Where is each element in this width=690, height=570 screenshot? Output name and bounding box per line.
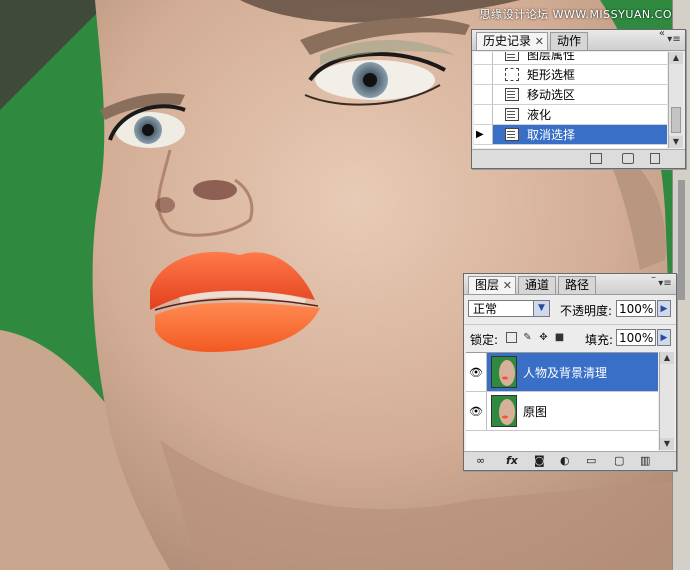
fill-slider-arrow-icon[interactable]: ▶ <box>657 329 671 346</box>
document-icon <box>505 128 519 141</box>
layer-name: 人物及背景清理 <box>523 365 608 380</box>
marquee-icon <box>505 68 519 81</box>
tab-paths-label: 路径 <box>565 278 590 292</box>
opacity-label: 不透明度: <box>560 304 613 318</box>
history-item-label: 图层属性 <box>527 52 576 62</box>
chevron-down-icon[interactable]: ▼ <box>533 301 549 316</box>
tab-history-label: 历史记录 <box>483 34 532 48</box>
panel-menu-icon[interactable]: ▾≡ <box>658 278 672 290</box>
document-icon <box>505 88 519 101</box>
history-source-checkbox[interactable] <box>474 65 493 84</box>
lock-all-padlock-icon[interactable]: ■ <box>554 332 565 343</box>
opacity-input[interactable]: 100% <box>616 300 656 317</box>
tab-paths[interactable]: 路径 <box>558 276 597 294</box>
history-panel: 历史记录 ✕ 动作 « ▾≡ 图层属性 矩形选框 移动选区 液化 ▶ 取消选择 … <box>471 28 686 169</box>
tab-history[interactable]: 历史记录 ✕ <box>476 32 549 50</box>
new-document-from-state-icon[interactable] <box>590 153 602 164</box>
scroll-thumb[interactable] <box>671 107 681 133</box>
lock-position-move-icon[interactable]: ✥ <box>538 332 549 343</box>
panel-menu-icon[interactable]: ▾≡ <box>667 34 681 46</box>
layers-footer: ∞ fx ◙ ◐ ▭ ▢ ▥ <box>464 451 676 470</box>
history-item[interactable]: 图层属性 <box>474 52 667 65</box>
layer-row[interactable]: 👁 原图 <box>466 392 658 431</box>
fill-label: 填充: <box>585 333 614 347</box>
layers-lock-row: 锁定: ✎ ✥ ■ 填充: 100% ▶ <box>464 324 676 351</box>
document-icon <box>505 52 519 61</box>
link-layers-icon[interactable]: ∞ <box>476 454 485 467</box>
fill-input[interactable]: 100% <box>616 329 656 346</box>
history-item[interactable]: 矩形选框 <box>474 65 667 85</box>
tab-actions[interactable]: 动作 <box>550 32 589 50</box>
history-source-checkbox[interactable] <box>474 85 493 104</box>
blend-mode-value: 正常 <box>473 302 498 316</box>
lock-image-brush-icon[interactable]: ✎ <box>522 332 533 343</box>
history-scrollbar[interactable]: ▲ ▼ <box>668 52 683 148</box>
site-watermark: 思缘设计论坛 WWW.MISSYUAN.COM <box>479 8 682 21</box>
layers-scrollbar[interactable]: ▲ ▼ <box>659 352 674 450</box>
history-item-label: 矩形选框 <box>527 68 576 82</box>
collapse-icon[interactable]: « <box>659 28 665 39</box>
adjustment-layer-icon[interactable]: ◐ <box>560 454 570 467</box>
scroll-up-icon[interactable]: ▲ <box>660 352 674 364</box>
tab-channels-label: 通道 <box>525 278 550 292</box>
close-icon[interactable]: ✕ <box>503 277 512 294</box>
layers-panel-tabs: 图层 ✕ 通道 路径 – ▾≡ <box>464 272 676 295</box>
tab-actions-label: 动作 <box>557 34 582 48</box>
history-item-selected[interactable]: ▶ 取消选择 <box>474 125 667 145</box>
tab-layers[interactable]: 图层 ✕ <box>468 276 517 294</box>
scroll-up-icon[interactable]: ▲ <box>669 52 683 64</box>
layer-row-selected[interactable]: 👁 人物及背景清理 <box>466 353 658 392</box>
history-source-checkbox[interactable] <box>474 105 493 124</box>
layers-blend-row: 正常 ▼ 不透明度: 100% ▶ <box>464 296 676 322</box>
fx-icon[interactable]: fx <box>506 454 518 467</box>
add-mask-icon[interactable]: ◙ <box>534 454 545 467</box>
layers-list: 👁 人物及背景清理 👁 原图 <box>466 352 658 451</box>
new-layer-icon[interactable]: ▢ <box>614 454 624 467</box>
group-folder-icon[interactable]: ▭ <box>586 454 596 467</box>
history-list: 图层属性 矩形选框 移动选区 液化 ▶ 取消选择 <box>474 52 667 148</box>
trash-icon[interactable]: ▥ <box>640 454 650 467</box>
eye-visibility-icon[interactable]: 👁 <box>466 392 487 430</box>
history-item-label: 液化 <box>527 108 552 122</box>
layer-thumbnail[interactable] <box>491 395 517 427</box>
history-item[interactable]: 移动选区 <box>474 85 667 105</box>
eye-visibility-icon[interactable]: 👁 <box>466 353 487 391</box>
lock-transparency-icon[interactable] <box>506 332 517 343</box>
history-panel-tabs: 历史记录 ✕ 动作 « ▾≡ <box>472 28 685 51</box>
layers-panel: 图层 ✕ 通道 路径 – ▾≡ 正常 ▼ 不透明度: 100% ▶ 锁定: ✎ … <box>463 272 677 471</box>
tab-channels[interactable]: 通道 <box>518 276 557 294</box>
tab-layers-label: 图层 <box>475 278 500 292</box>
minimize-icon[interactable]: – <box>651 272 656 283</box>
layer-name: 原图 <box>523 404 548 419</box>
trash-icon[interactable] <box>650 153 660 164</box>
history-item-label: 取消选择 <box>527 128 576 142</box>
document-icon <box>505 108 519 121</box>
scroll-down-icon[interactable]: ▼ <box>669 136 683 148</box>
history-source-checkbox[interactable] <box>474 52 493 64</box>
history-state-marker-icon: ▶ <box>476 129 484 140</box>
lock-label: 锁定: <box>470 333 499 347</box>
scroll-down-icon[interactable]: ▼ <box>660 438 674 450</box>
blend-mode-select[interactable]: 正常 ▼ <box>468 300 550 317</box>
history-footer <box>472 149 685 168</box>
close-icon[interactable]: ✕ <box>535 33 544 50</box>
history-item-label: 移动选区 <box>527 88 576 102</box>
snapshot-camera-icon[interactable] <box>622 153 634 164</box>
opacity-slider-arrow-icon[interactable]: ▶ <box>657 300 671 317</box>
layer-thumbnail[interactable] <box>491 356 517 388</box>
history-item[interactable]: 液化 <box>474 105 667 125</box>
history-source-checkbox[interactable]: ▶ <box>474 125 493 144</box>
